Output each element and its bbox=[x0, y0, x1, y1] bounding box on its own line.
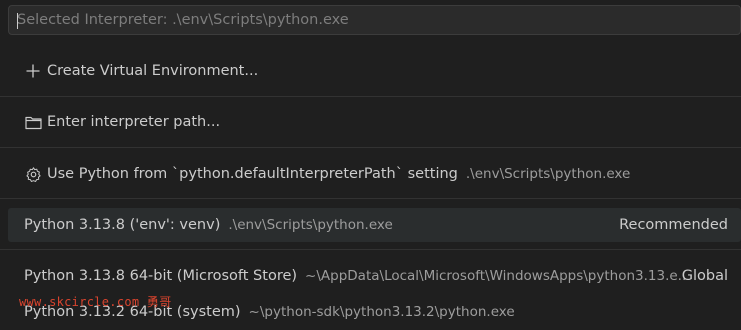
divider bbox=[0, 198, 741, 199]
interpreter-path: ~\AppData\Local\Microsoft\WindowsApps\py… bbox=[305, 268, 686, 284]
recommended-tag: Recommended bbox=[619, 217, 728, 233]
create-venv-label: Create Virtual Environment... bbox=[47, 63, 259, 79]
divider bbox=[0, 249, 741, 250]
plus-icon bbox=[23, 61, 43, 81]
default-path-setting-item[interactable]: Use Python from `python.defaultInterpret… bbox=[0, 157, 741, 191]
interpreter-path: .\env\Scripts\python.exe bbox=[228, 217, 393, 233]
interpreter-path: ~\python-sdk\python3.13.2\python.exe bbox=[248, 304, 515, 320]
interpreter-item-store[interactable]: Python 3.13.8 64-bit (Microsoft Store) ~… bbox=[0, 259, 741, 293]
global-tag: Global bbox=[681, 268, 728, 284]
enter-path-label: Enter interpreter path... bbox=[47, 114, 221, 130]
watermark: www.skcircle.com 勇哥 bbox=[19, 295, 172, 309]
interpreter-item-venv[interactable]: Python 3.13.8 ('env': venv) .\env\Script… bbox=[8, 208, 741, 242]
interpreter-label: Python 3.13.8 64-bit (Microsoft Store) bbox=[24, 268, 298, 284]
folder-icon bbox=[23, 112, 43, 132]
create-venv-item[interactable]: Create Virtual Environment... bbox=[0, 54, 741, 88]
interpreter-label: Python 3.13.8 ('env': venv) bbox=[24, 217, 221, 233]
interpreter-search-input[interactable] bbox=[9, 6, 740, 34]
default-path-setting-description: .\env\Scripts\python.exe bbox=[465, 166, 631, 182]
gear-icon bbox=[23, 164, 43, 184]
divider bbox=[0, 96, 741, 97]
divider bbox=[0, 147, 741, 148]
text-caret bbox=[17, 13, 18, 29]
interpreter-search-box[interactable] bbox=[8, 5, 741, 35]
enter-path-item[interactable]: Enter interpreter path... bbox=[0, 105, 741, 139]
default-path-setting-label: Use Python from `python.defaultInterpret… bbox=[47, 166, 458, 182]
